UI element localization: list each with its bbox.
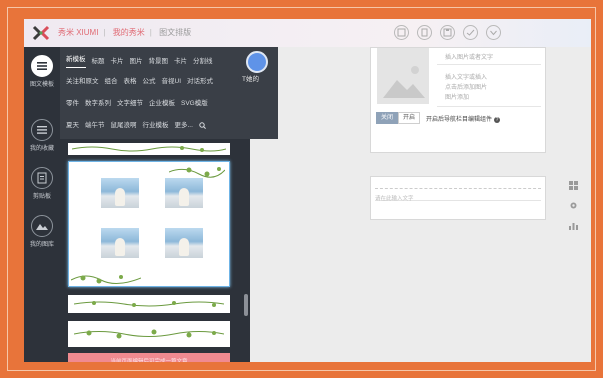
menu-item[interactable]: 图片 (130, 53, 143, 71)
toolbar-hint: 开启后导航栏目编辑组件? (426, 114, 501, 123)
menu-item[interactable]: 更多... (175, 117, 193, 135)
new-doc-icon[interactable] (394, 25, 409, 40)
menu-item[interactable]: 夏天 (66, 117, 79, 135)
vine-decoration-icon (74, 301, 224, 307)
vine-decoration-icon (74, 329, 224, 339)
rail-item-clipboard[interactable]: 剪贴板 (24, 167, 60, 200)
search-icon[interactable] (199, 117, 206, 135)
template-footer-bar[interactable]: 当前页面编辑后可完成一篇文章 (68, 353, 230, 362)
grid-icon[interactable] (569, 181, 578, 190)
menu-item[interactable]: 零件 (66, 95, 79, 113)
text-input-block[interactable]: 请在此输入文字 (370, 176, 546, 220)
menu-row-4: 夏天 端午节 鼠尾浪啊 行业模板 更多... (66, 117, 212, 135)
copy-icon[interactable] (417, 25, 432, 40)
menu-item[interactable]: 端午节 (85, 117, 105, 135)
menu-item[interactable]: 标题 (92, 53, 105, 71)
menu-item[interactable]: 表格 (124, 73, 137, 91)
template-card[interactable] (68, 295, 230, 313)
breadcrumb-separator: | (149, 28, 152, 37)
breadcrumb-separator: | (103, 28, 106, 37)
side-tools (569, 181, 579, 241)
menu-item[interactable]: 卡片 (111, 53, 124, 71)
menu-item[interactable]: 企业模板 (149, 95, 175, 113)
template-card[interactable] (68, 321, 230, 347)
input-placeholder: 请在此输入文字 (375, 196, 414, 202)
template-card-selected[interactable] (68, 161, 230, 287)
chevron-down-icon[interactable] (486, 25, 501, 40)
outer-frame: 秀米 XIUMI | 我的秀米 | 图文排版 图文模板 我的收藏 剪贴板 我的图… (0, 0, 603, 378)
menu-item[interactable]: 背景图 (149, 53, 169, 71)
menu-item[interactable]: 音视UI (162, 73, 182, 91)
nav-my-xiumi[interactable]: 我的秀米 (113, 28, 145, 37)
rail-label: 剪贴板 (32, 194, 51, 200)
clipboard-icon (31, 167, 53, 189)
divider (437, 106, 541, 107)
menu-item[interactable]: 对话形式 (187, 73, 213, 91)
help-icon[interactable]: ? (494, 117, 501, 123)
rail-label: 图文模板 (29, 82, 54, 88)
gear-icon[interactable] (569, 201, 578, 210)
menu-item[interactable]: SVG模版 (181, 95, 208, 113)
gallery-icon (31, 215, 53, 237)
editor-text-line: 点击后添加图片 (445, 85, 488, 91)
menu-row-2: 关注和原文 组合 表格 公式 音视UI 对话形式 (66, 73, 219, 91)
app-screen: 秀米 XIUMI | 我的秀米 | 图文排版 图文模板 我的收藏 剪贴板 我的图… (24, 19, 591, 362)
image-placeholder[interactable] (377, 48, 429, 104)
badge-label: T她的 (242, 76, 259, 83)
toolbar-hint-text: 开启后导航栏目编辑组件 (426, 117, 493, 123)
rail-item-templates[interactable]: 图文模板 (24, 55, 60, 88)
image-placeholder-icon (383, 66, 425, 98)
top-toolbar (394, 25, 501, 40)
template-scrollbar[interactable] (242, 139, 250, 362)
xiumi-logo-icon[interactable] (32, 25, 50, 41)
menu-item[interactable]: 分割线 (193, 53, 213, 71)
rail-item-collect[interactable]: 我的收藏 (24, 119, 60, 152)
vine-decoration-icon (72, 146, 226, 152)
template-photo (101, 228, 139, 258)
bar-chart-icon[interactable] (569, 221, 578, 230)
left-rail: 图文模板 我的收藏 剪贴板 我的图库 (24, 47, 60, 362)
menu-item[interactable]: 公式 (143, 73, 156, 91)
menu-row-3: 零件 数字系列 文字细节 企业模板 SVG模版 (66, 95, 214, 113)
rail-label: 我的图库 (29, 242, 54, 248)
collect-icon (31, 119, 53, 141)
template-card[interactable] (68, 143, 230, 155)
menu-item[interactable]: 文字细节 (117, 95, 143, 113)
menu-icon (31, 55, 53, 77)
check-icon[interactable] (463, 25, 478, 40)
nav-editor[interactable]: 图文排版 (159, 28, 191, 37)
user-avatar[interactable] (246, 51, 268, 73)
save-icon[interactable] (440, 25, 455, 40)
editor-text-line: 插入文字或插入 (445, 75, 488, 81)
template-photo (101, 178, 139, 208)
brand-link[interactable]: 秀米 XIUMI (58, 28, 98, 37)
menu-item-new[interactable]: 新模板 (66, 53, 86, 68)
menu-item[interactable]: 组合 (105, 73, 118, 91)
editor-block[interactable]: 插入图片或者文字 插入文字或插入 点击后添加图片 图片添加 (370, 47, 546, 153)
breadcrumb: 秀米 XIUMI | 我的秀米 | 图文排版 (58, 27, 196, 38)
template-photo (165, 228, 203, 258)
scrollbar-thumb[interactable] (244, 294, 248, 316)
menu-item[interactable]: 卡片 (174, 53, 187, 71)
editor-text-line: 图片添加 (445, 95, 470, 101)
top-bar: 秀米 XIUMI | 我的秀米 | 图文排版 (24, 19, 591, 47)
menu-item[interactable]: 数字系列 (85, 95, 111, 113)
editor-toolbar: 关闭 开启 开启后导航栏目编辑组件? (370, 112, 546, 126)
menu-item[interactable]: 关注和原文 (66, 73, 99, 91)
menu-item[interactable]: 行业模板 (143, 117, 169, 135)
rail-label: 我的收藏 (29, 146, 54, 152)
close-button[interactable]: 关闭 (376, 112, 398, 124)
editor-text-line: 插入图片或者文字 (445, 55, 494, 61)
divider (437, 64, 541, 65)
template-photo (165, 178, 203, 208)
template-list: 当前页面编辑后可完成一篇文章 (60, 139, 242, 362)
menu-row-1: 新模板 标题 卡片 图片 背景图 卡片 分割线 (66, 53, 219, 71)
menu-item[interactable]: 鼠尾浪啊 (111, 117, 137, 135)
vine-decoration-icon (71, 275, 141, 284)
open-button[interactable]: 开启 (398, 112, 420, 124)
rail-item-gallery[interactable]: 我的图库 (24, 215, 60, 248)
